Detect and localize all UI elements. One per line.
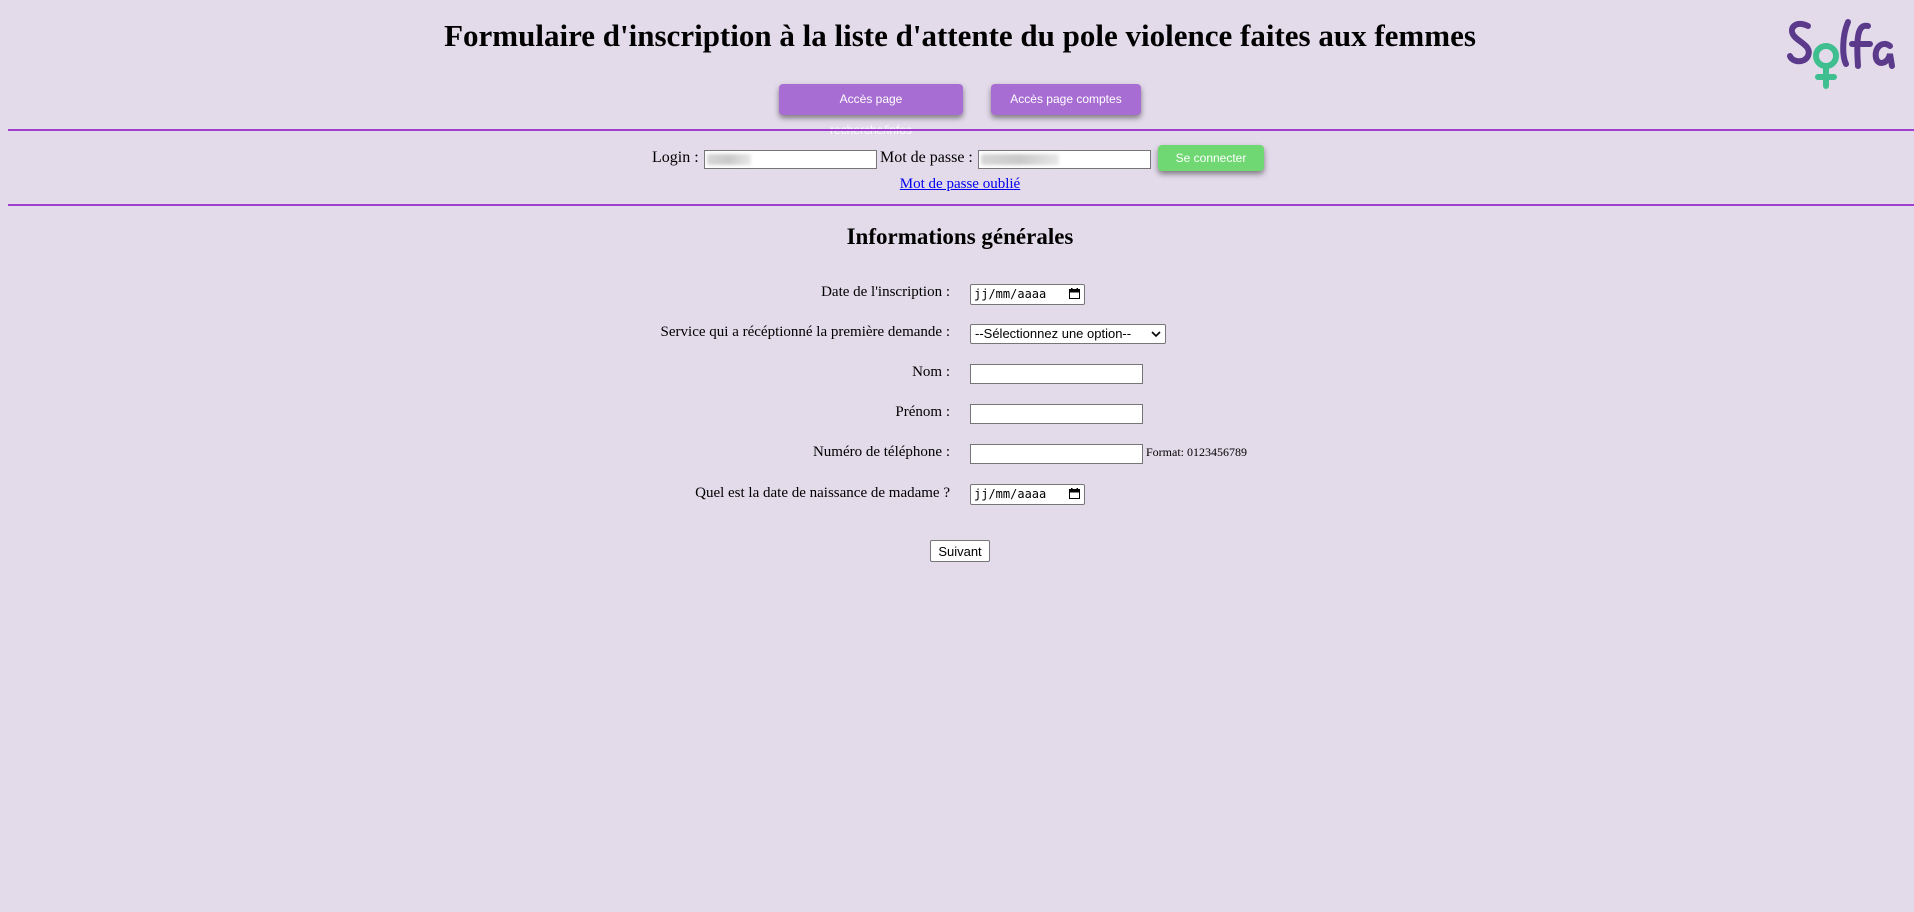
calendar-icon[interactable] — [1069, 488, 1080, 499]
chevron-down-icon — [1151, 331, 1161, 338]
next-button[interactable]: Suivant — [930, 540, 990, 562]
phone-label: Numéro de téléphone : — [812, 444, 950, 460]
section-title: Informations générales — [846, 224, 1074, 249]
service-selected-value: --Sélectionnez une option-- — [975, 326, 1132, 341]
password-input[interactable] — [978, 150, 1151, 169]
divider-bottom — [8, 204, 1914, 206]
password-label: Mot de passe : — [880, 149, 973, 166]
registration-date-label: Date de l'inscription : — [821, 284, 950, 300]
search-info-page-button[interactable]: Accès page recherche/infos — [779, 84, 963, 137]
logo-graphic — [1787, 19, 1895, 89]
nom-input[interactable] — [970, 364, 1143, 384]
birth-date-label: Quel est la date de naissance de madame … — [695, 485, 950, 501]
phone-input[interactable] — [970, 444, 1143, 464]
forgot-password-row: Mot de passe oublié — [0, 176, 1914, 193]
phone-format-hint: Format: 0123456789 — [1146, 445, 1247, 459]
page-title: Formulaire d'inscription à la liste d'at… — [444, 18, 1476, 53]
calendar-icon[interactable] — [1069, 288, 1080, 299]
birth-date-input[interactable]: jj/mm/aaaa — [970, 484, 1085, 505]
prenom-label: Prénom : — [895, 404, 950, 420]
registration-date-value: jj/mm/aaaa — [974, 287, 1047, 301]
login-label: Login : — [652, 149, 699, 166]
page: Formulaire d'inscription à la liste d'at… — [0, 0, 1914, 912]
login-input[interactable] — [704, 150, 877, 169]
nom-label: Nom : — [912, 364, 950, 380]
connect-button[interactable]: Se connecter — [1158, 145, 1264, 171]
login-redacted-value — [707, 154, 751, 165]
password-redacted-value — [981, 154, 1059, 165]
registration-date-input[interactable]: jj/mm/aaaa — [970, 284, 1085, 305]
divider-top — [8, 129, 1914, 131]
forgot-password-link[interactable]: Mot de passe oublié — [900, 176, 1020, 192]
service-label: Service qui a récéptionné la première de… — [660, 324, 950, 340]
prenom-input[interactable] — [970, 404, 1143, 424]
service-select[interactable]: --Sélectionnez une option-- — [970, 324, 1166, 344]
birth-date-value: jj/mm/aaaa — [974, 487, 1047, 501]
top-nav: Accès page recherche/infos Accès page co… — [0, 84, 1914, 137]
solfa-logo — [1786, 16, 1896, 92]
accounts-page-button[interactable]: Accès page comptes — [991, 84, 1141, 115]
